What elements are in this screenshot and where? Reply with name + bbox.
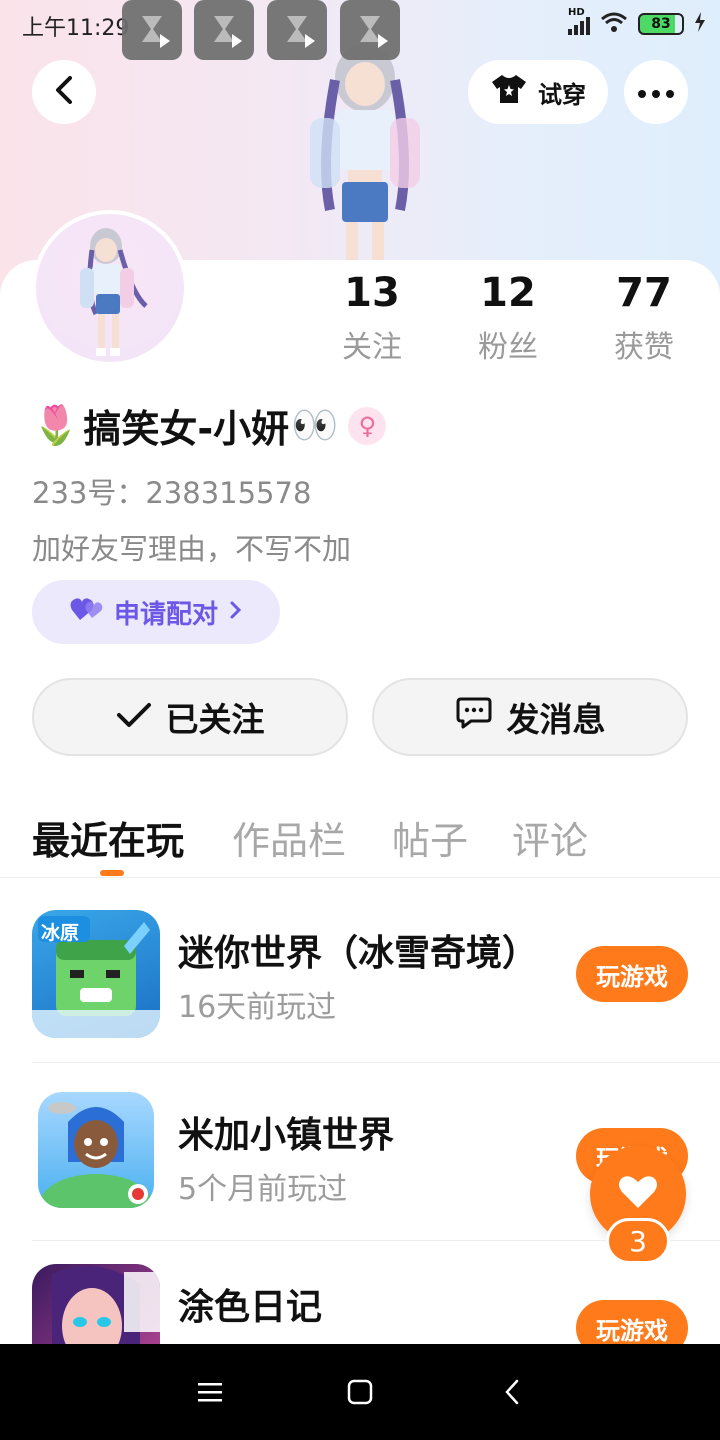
hearts-icon — [70, 596, 104, 629]
wifi-icon — [600, 11, 628, 37]
more-button[interactable] — [624, 60, 688, 124]
status-time: 上午11:29 — [22, 16, 130, 41]
send-message-label: 发消息 — [506, 700, 606, 739]
like-count-badge: 3 — [606, 1218, 670, 1264]
tshirt-icon — [490, 73, 528, 111]
notification-video-icon — [267, 0, 327, 60]
user-id: 233号：238315578 — [32, 476, 312, 510]
tab-recently-played[interactable]: 最近在玩 — [32, 810, 184, 865]
game-icon-badge: 冰原 — [41, 922, 80, 944]
checkmark-icon — [116, 698, 152, 737]
tulip-emoji: 🌷 — [32, 403, 80, 447]
character-banner — [280, 40, 450, 262]
eyes-emoji: 👀 — [291, 403, 339, 447]
match-request-button[interactable]: 申请配对 — [32, 580, 280, 644]
following-label: 已关注 — [165, 700, 265, 739]
game-name: 迷你世界（冰雪奇境） — [178, 933, 539, 974]
chevron-left-icon — [53, 75, 75, 109]
divider — [0, 877, 720, 878]
game-name: 涂色日记 — [178, 1287, 323, 1328]
notification-video-icon — [340, 0, 400, 60]
notification-wechat-icon — [122, 0, 182, 60]
stat-likes[interactable]: 77 获赞 — [584, 268, 704, 366]
play-game-button[interactable]: 玩游戏 — [576, 946, 688, 1002]
stat-following[interactable]: 13 关注 — [312, 268, 432, 366]
avatar[interactable] — [32, 210, 188, 366]
nickname-row: 🌷 搞笑女-小妍 👀 ♀ — [32, 398, 387, 453]
charging-icon — [694, 12, 706, 36]
menu-icon[interactable] — [190, 1372, 230, 1412]
stat-value: 13 — [344, 270, 400, 316]
stat-value: 12 — [480, 270, 536, 316]
more-dots-icon — [638, 83, 674, 102]
female-gender-icon: ♀ — [348, 406, 387, 445]
heart-icon — [618, 1174, 658, 1214]
user-bio: 加好友写理由，不写不加 — [32, 532, 352, 566]
game-last-played: 5个月前玩过 — [178, 1172, 348, 1207]
stat-label: 粉丝 — [478, 330, 538, 365]
back-button[interactable] — [32, 60, 96, 124]
notification-video-icon — [194, 0, 254, 60]
tab-posts[interactable]: 帖子 — [392, 810, 468, 865]
nickname: 搞笑女-小妍 — [83, 407, 290, 451]
tab-active-indicator — [100, 870, 124, 876]
network-type-label: HD — [568, 7, 585, 18]
stat-label: 关注 — [342, 330, 402, 365]
tab-comments[interactable]: 评论 — [512, 810, 588, 865]
chevron-right-icon — [228, 597, 242, 627]
home-square-icon[interactable] — [340, 1372, 380, 1412]
stat-label: 获赞 — [614, 330, 674, 365]
stat-value: 77 — [616, 270, 672, 316]
tryon-button[interactable]: 试穿 — [468, 60, 608, 124]
match-label: 申请配对 — [113, 599, 218, 630]
system-navigation-bar — [0, 1344, 720, 1440]
game-mini-world-icon: 冰原 — [32, 910, 160, 1038]
tab-works[interactable]: 作品栏 — [232, 810, 346, 865]
divider — [32, 1062, 720, 1063]
stat-followers[interactable]: 12 粉丝 — [448, 268, 568, 366]
battery-indicator: 83 — [638, 13, 684, 35]
status-bar: 上午11:29 HD 83 — [0, 0, 720, 60]
back-triangle-icon[interactable] — [492, 1372, 532, 1412]
following-button[interactable]: 已关注 — [32, 678, 348, 756]
game-name: 米加小镇世界 — [178, 1115, 395, 1156]
tryon-label: 试穿 — [538, 80, 586, 109]
send-message-button[interactable]: 发消息 — [372, 678, 688, 756]
game-miga-town-icon — [38, 1092, 154, 1208]
signal-icon: HD — [568, 7, 590, 35]
chat-bubble-icon — [455, 696, 493, 738]
game-list-item[interactable]: 冰原 迷你世界（冰雪奇境） 16天前玩过 玩游戏 — [32, 910, 720, 1086]
game-last-played: 16天前玩过 — [178, 990, 337, 1025]
